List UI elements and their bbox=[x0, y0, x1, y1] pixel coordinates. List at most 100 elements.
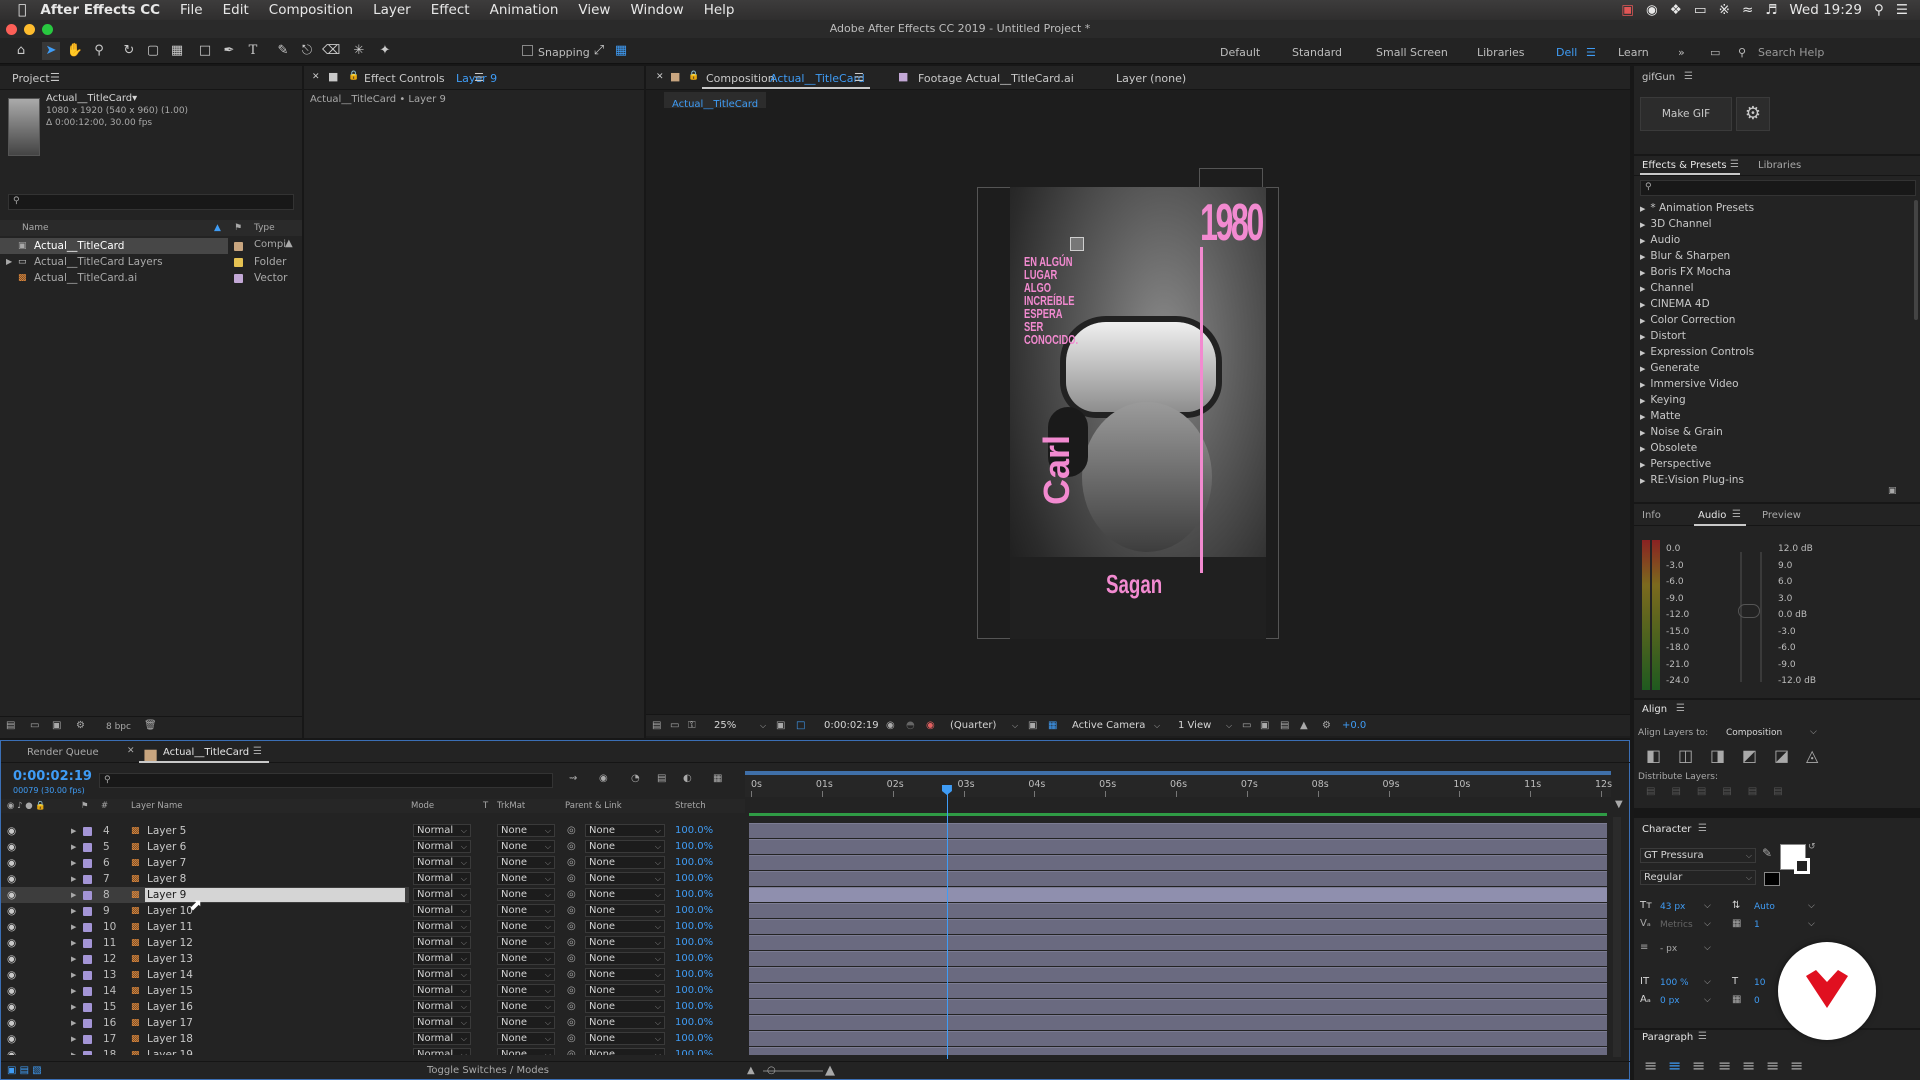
timeline-layer-row[interactable]: ◉ ▶ 4 ▩ Layer 5 Normal ⌵ None ⌵ ◎ None ⌵ 100.0% bbox=[1, 823, 1611, 839]
exposure-icon[interactable]: ⚙ bbox=[1322, 715, 1331, 737]
stretch-value[interactable]: 100.0% bbox=[675, 903, 713, 919]
layer-duration-bar[interactable] bbox=[749, 855, 1607, 870]
expand-arrow-icon[interactable]: ▶ bbox=[71, 999, 76, 1015]
close-tab-icon[interactable]: ✕ bbox=[127, 746, 135, 756]
effects-category[interactable]: ▶ Distort bbox=[1640, 328, 1686, 345]
pick-whip-icon[interactable]: ◎ bbox=[567, 983, 576, 999]
eraser-tool-icon[interactable]: ⌫ bbox=[322, 42, 340, 60]
expand-arrow-icon[interactable]: ▶ bbox=[71, 983, 76, 999]
type-tool-icon[interactable]: T bbox=[244, 42, 262, 60]
parent-select[interactable]: None ⌵ bbox=[585, 920, 665, 933]
timeline-layer-row[interactable]: ◉ ▶ 10 ▩ Layer 11 Normal ⌵ None ⌵ ◎ None ⌵ 100.0% bbox=[1, 919, 1611, 935]
label-color-swatch[interactable] bbox=[83, 907, 92, 916]
track-matte-select[interactable]: None ⌵ bbox=[497, 936, 555, 949]
make-gif-button[interactable]: Make GIF bbox=[1640, 97, 1732, 131]
visibility-eye-icon[interactable]: ◉ bbox=[7, 887, 16, 903]
stretch-value[interactable]: 100.0% bbox=[675, 983, 713, 999]
track-matte-select[interactable]: None ⌵ bbox=[497, 840, 555, 853]
show-snapshot-icon[interactable]: ◓ bbox=[906, 715, 915, 737]
visibility-eye-icon[interactable]: ◉ bbox=[7, 999, 16, 1015]
visibility-eye-icon[interactable]: ◉ bbox=[7, 935, 16, 951]
workspace-standard[interactable]: Standard bbox=[1292, 46, 1342, 59]
layer-name[interactable]: Layer 5 bbox=[147, 823, 186, 839]
visibility-eye-icon[interactable]: ◉ bbox=[7, 983, 16, 999]
layer-anchor-icon[interactable] bbox=[1070, 237, 1084, 251]
workspace-default[interactable]: Default bbox=[1220, 46, 1260, 59]
shy-layers-icon[interactable]: ◔ bbox=[631, 773, 640, 784]
visibility-eye-icon[interactable]: ◉ bbox=[7, 855, 16, 871]
align-bottom-icon[interactable]: ◬ bbox=[1806, 746, 1818, 765]
layer-duration-bar[interactable] bbox=[749, 1015, 1607, 1030]
pick-whip-icon[interactable]: ◎ bbox=[567, 887, 576, 903]
monitor-icon[interactable]: ▭ bbox=[670, 715, 679, 737]
label-color-swatch[interactable] bbox=[83, 843, 92, 852]
swap-colors-icon[interactable]: ↺ bbox=[1808, 842, 1816, 852]
comp-mini-flowchart-icon[interactable]: ⇝ bbox=[569, 773, 577, 784]
track-matte-select[interactable]: None ⌵ bbox=[497, 824, 555, 837]
align-text-right-icon[interactable]: ≡ bbox=[1692, 1056, 1705, 1075]
track-matte-select[interactable]: None ⌵ bbox=[497, 904, 555, 917]
zoom-out-icon[interactable]: ▲ bbox=[747, 1062, 755, 1080]
effects-category[interactable]: ▶ 3D Channel bbox=[1640, 216, 1712, 233]
fit-icon[interactable]: ▣ bbox=[776, 715, 785, 737]
expand-arrow-icon[interactable]: ▶ bbox=[1640, 285, 1645, 293]
track-matte-select[interactable]: None ⌵ bbox=[497, 968, 555, 981]
pick-whip-icon[interactable]: ◎ bbox=[567, 855, 576, 871]
render-queue-tab[interactable]: Render Queue bbox=[27, 747, 99, 758]
panel-menu-icon[interactable]: ☰ bbox=[253, 746, 262, 757]
expand-arrow-icon[interactable]: ▶ bbox=[1640, 445, 1645, 453]
panel-menu-icon[interactable]: ☰ bbox=[1698, 823, 1707, 834]
delete-icon[interactable]: 🗑 bbox=[144, 720, 157, 731]
stretch-value[interactable]: 100.0% bbox=[675, 887, 713, 903]
pick-whip-icon[interactable]: ◎ bbox=[567, 903, 576, 919]
expand-arrow-icon[interactable]: ▶ bbox=[6, 254, 12, 270]
expand-arrow-icon[interactable]: ▶ bbox=[71, 1047, 76, 1055]
expand-arrow-icon[interactable]: ▶ bbox=[1640, 429, 1645, 437]
effects-category[interactable]: ▶ Obsolete bbox=[1640, 440, 1697, 457]
visibility-eye-icon[interactable]: ◉ bbox=[7, 823, 16, 839]
layer-name[interactable]: Layer 15 bbox=[147, 983, 193, 999]
pick-whip-icon[interactable]: ◎ bbox=[567, 1047, 576, 1055]
layer-duration-bar[interactable] bbox=[749, 823, 1607, 838]
blend-mode-select[interactable]: Normal ⌵ bbox=[413, 968, 471, 981]
blend-mode-select[interactable]: Normal ⌵ bbox=[413, 888, 471, 901]
blend-mode-select[interactable]: Normal ⌵ bbox=[413, 1048, 471, 1055]
parent-select[interactable]: None ⌵ bbox=[585, 936, 665, 949]
view-layout-select[interactable]: 1 View bbox=[1178, 715, 1211, 737]
visibility-eye-icon[interactable]: ◉ bbox=[7, 1031, 16, 1047]
project-item[interactable]: ▩ Actual__TitleCard.ai Vector bbox=[0, 270, 302, 286]
blend-mode-select[interactable]: Normal ⌵ bbox=[413, 904, 471, 917]
chevron-down-icon[interactable]: ⌵ bbox=[760, 715, 766, 737]
airplay-icon[interactable]: ▭ bbox=[1694, 2, 1707, 18]
toggle-switches-modes-button[interactable]: Toggle Switches / Modes bbox=[427, 1062, 549, 1080]
expand-arrow-icon[interactable]: ▶ bbox=[1640, 333, 1645, 341]
chevron-down-icon[interactable]: ⌵ bbox=[1704, 995, 1711, 1005]
layer-switches-icon[interactable]: ▣ ▤ ▧ bbox=[7, 1062, 42, 1080]
layer-name-header[interactable]: Layer Name bbox=[131, 799, 182, 813]
zoom-slider-handle[interactable]: ○ bbox=[767, 1062, 776, 1080]
pick-whip-icon[interactable]: ◎ bbox=[567, 999, 576, 1015]
expand-arrow-icon[interactable]: ▶ bbox=[1640, 269, 1645, 277]
project-tab[interactable]: Project bbox=[12, 72, 50, 85]
layer-name[interactable]: Layer 14 bbox=[147, 967, 193, 983]
pick-whip-icon[interactable]: ◎ bbox=[567, 871, 576, 887]
vr-icon[interactable]: ⚿ bbox=[688, 715, 696, 737]
expand-arrow-icon[interactable]: ▶ bbox=[1640, 253, 1645, 261]
column-type-header[interactable]: Type bbox=[254, 220, 275, 236]
draft-3d-icon[interactable]: ◉ bbox=[599, 773, 608, 784]
panel-menu-icon[interactable]: ☰ bbox=[1698, 1031, 1707, 1042]
interpret-footage-icon[interactable]: ▤ bbox=[6, 720, 15, 731]
layer-name[interactable]: Layer 16 bbox=[147, 999, 193, 1015]
effects-category[interactable]: ▶ Audio bbox=[1640, 232, 1680, 249]
align-top-icon[interactable]: ◩ bbox=[1742, 746, 1757, 765]
layer-name[interactable]: Layer 12 bbox=[147, 935, 193, 951]
snapping-checkbox[interactable] bbox=[522, 45, 533, 56]
parent-select[interactable]: None ⌵ bbox=[585, 984, 665, 997]
blend-mode-select[interactable]: Normal ⌵ bbox=[413, 920, 471, 933]
layer-name[interactable]: Layer 11 bbox=[147, 919, 193, 935]
track-matte-select[interactable]: None ⌵ bbox=[497, 984, 555, 997]
layer-name[interactable]: Layer 8 bbox=[147, 871, 186, 887]
label-color-swatch[interactable] bbox=[83, 971, 92, 980]
track-matte-select[interactable]: None ⌵ bbox=[497, 1000, 555, 1013]
resolution-select[interactable]: (Quarter) bbox=[950, 715, 996, 737]
